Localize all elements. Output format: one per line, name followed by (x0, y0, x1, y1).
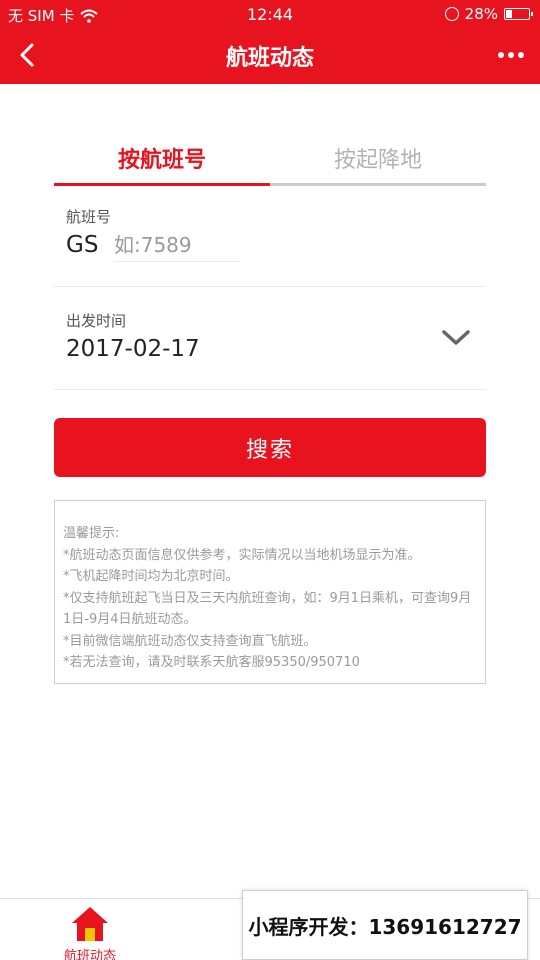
chevron-down-icon[interactable] (440, 325, 472, 351)
flight-number-label: 航班号 (66, 208, 112, 226)
departure-date-value[interactable]: 2017-02-17 (66, 336, 200, 362)
status-right: 28% (444, 5, 533, 23)
tip-line: *目前微信端航班动态仅支持查询直飞航班。 (63, 633, 317, 649)
home-icon (72, 907, 108, 941)
search-mode-tabs: 按航班号 按起降地 (54, 138, 486, 186)
search-button[interactable]: 搜索 (54, 418, 486, 477)
tip-line: *航班动态页面信息仅供参考，实际情况以当地机场显示为准。 (63, 547, 421, 563)
battery-icon (504, 8, 533, 20)
more-dots-icon[interactable] (494, 40, 528, 70)
battery-percent: 28% (464, 5, 498, 23)
departure-date-label: 出发时间 (66, 312, 127, 330)
contact-watermark: 小程序开发：13691612727 (242, 890, 528, 960)
tab-by-route[interactable]: 按起降地 (270, 142, 486, 183)
status-bar: 无 SIM 卡 12:44 28% (0, 0, 540, 28)
navbar: 航班动态 (0, 28, 540, 84)
tips-title: 温馨提示: (63, 526, 120, 541)
tab-flight-status-label: 航班动态 (63, 949, 116, 960)
app-header: 无 SIM 卡 12:44 28% 航班动态 (0, 0, 540, 84)
tip-line: *仅支持航班起飞当日及三天内航班查询，如：9月1日乘机，可查询9月1日-9月4日… (63, 590, 472, 628)
tips-box: 温馨提示: *航班动态页面信息仅供参考，实际情况以当地机场显示为准。 *飞机起降… (54, 500, 486, 684)
page-title: 航班动态 (225, 46, 314, 71)
divider (54, 286, 486, 287)
flight-number-input[interactable] (114, 228, 240, 262)
airline-prefix: GS (66, 232, 99, 258)
orientation-lock-icon (444, 7, 459, 21)
divider (54, 389, 486, 390)
tip-line: *若无法查询，请及时联系天航客服95350/950710 (63, 655, 360, 670)
tip-line: *飞机起降时间均为北京时间。 (63, 569, 239, 584)
tab-flight-status[interactable]: 航班动态 (52, 903, 128, 960)
tab-by-flight-number[interactable]: 按航班号 (54, 142, 270, 186)
